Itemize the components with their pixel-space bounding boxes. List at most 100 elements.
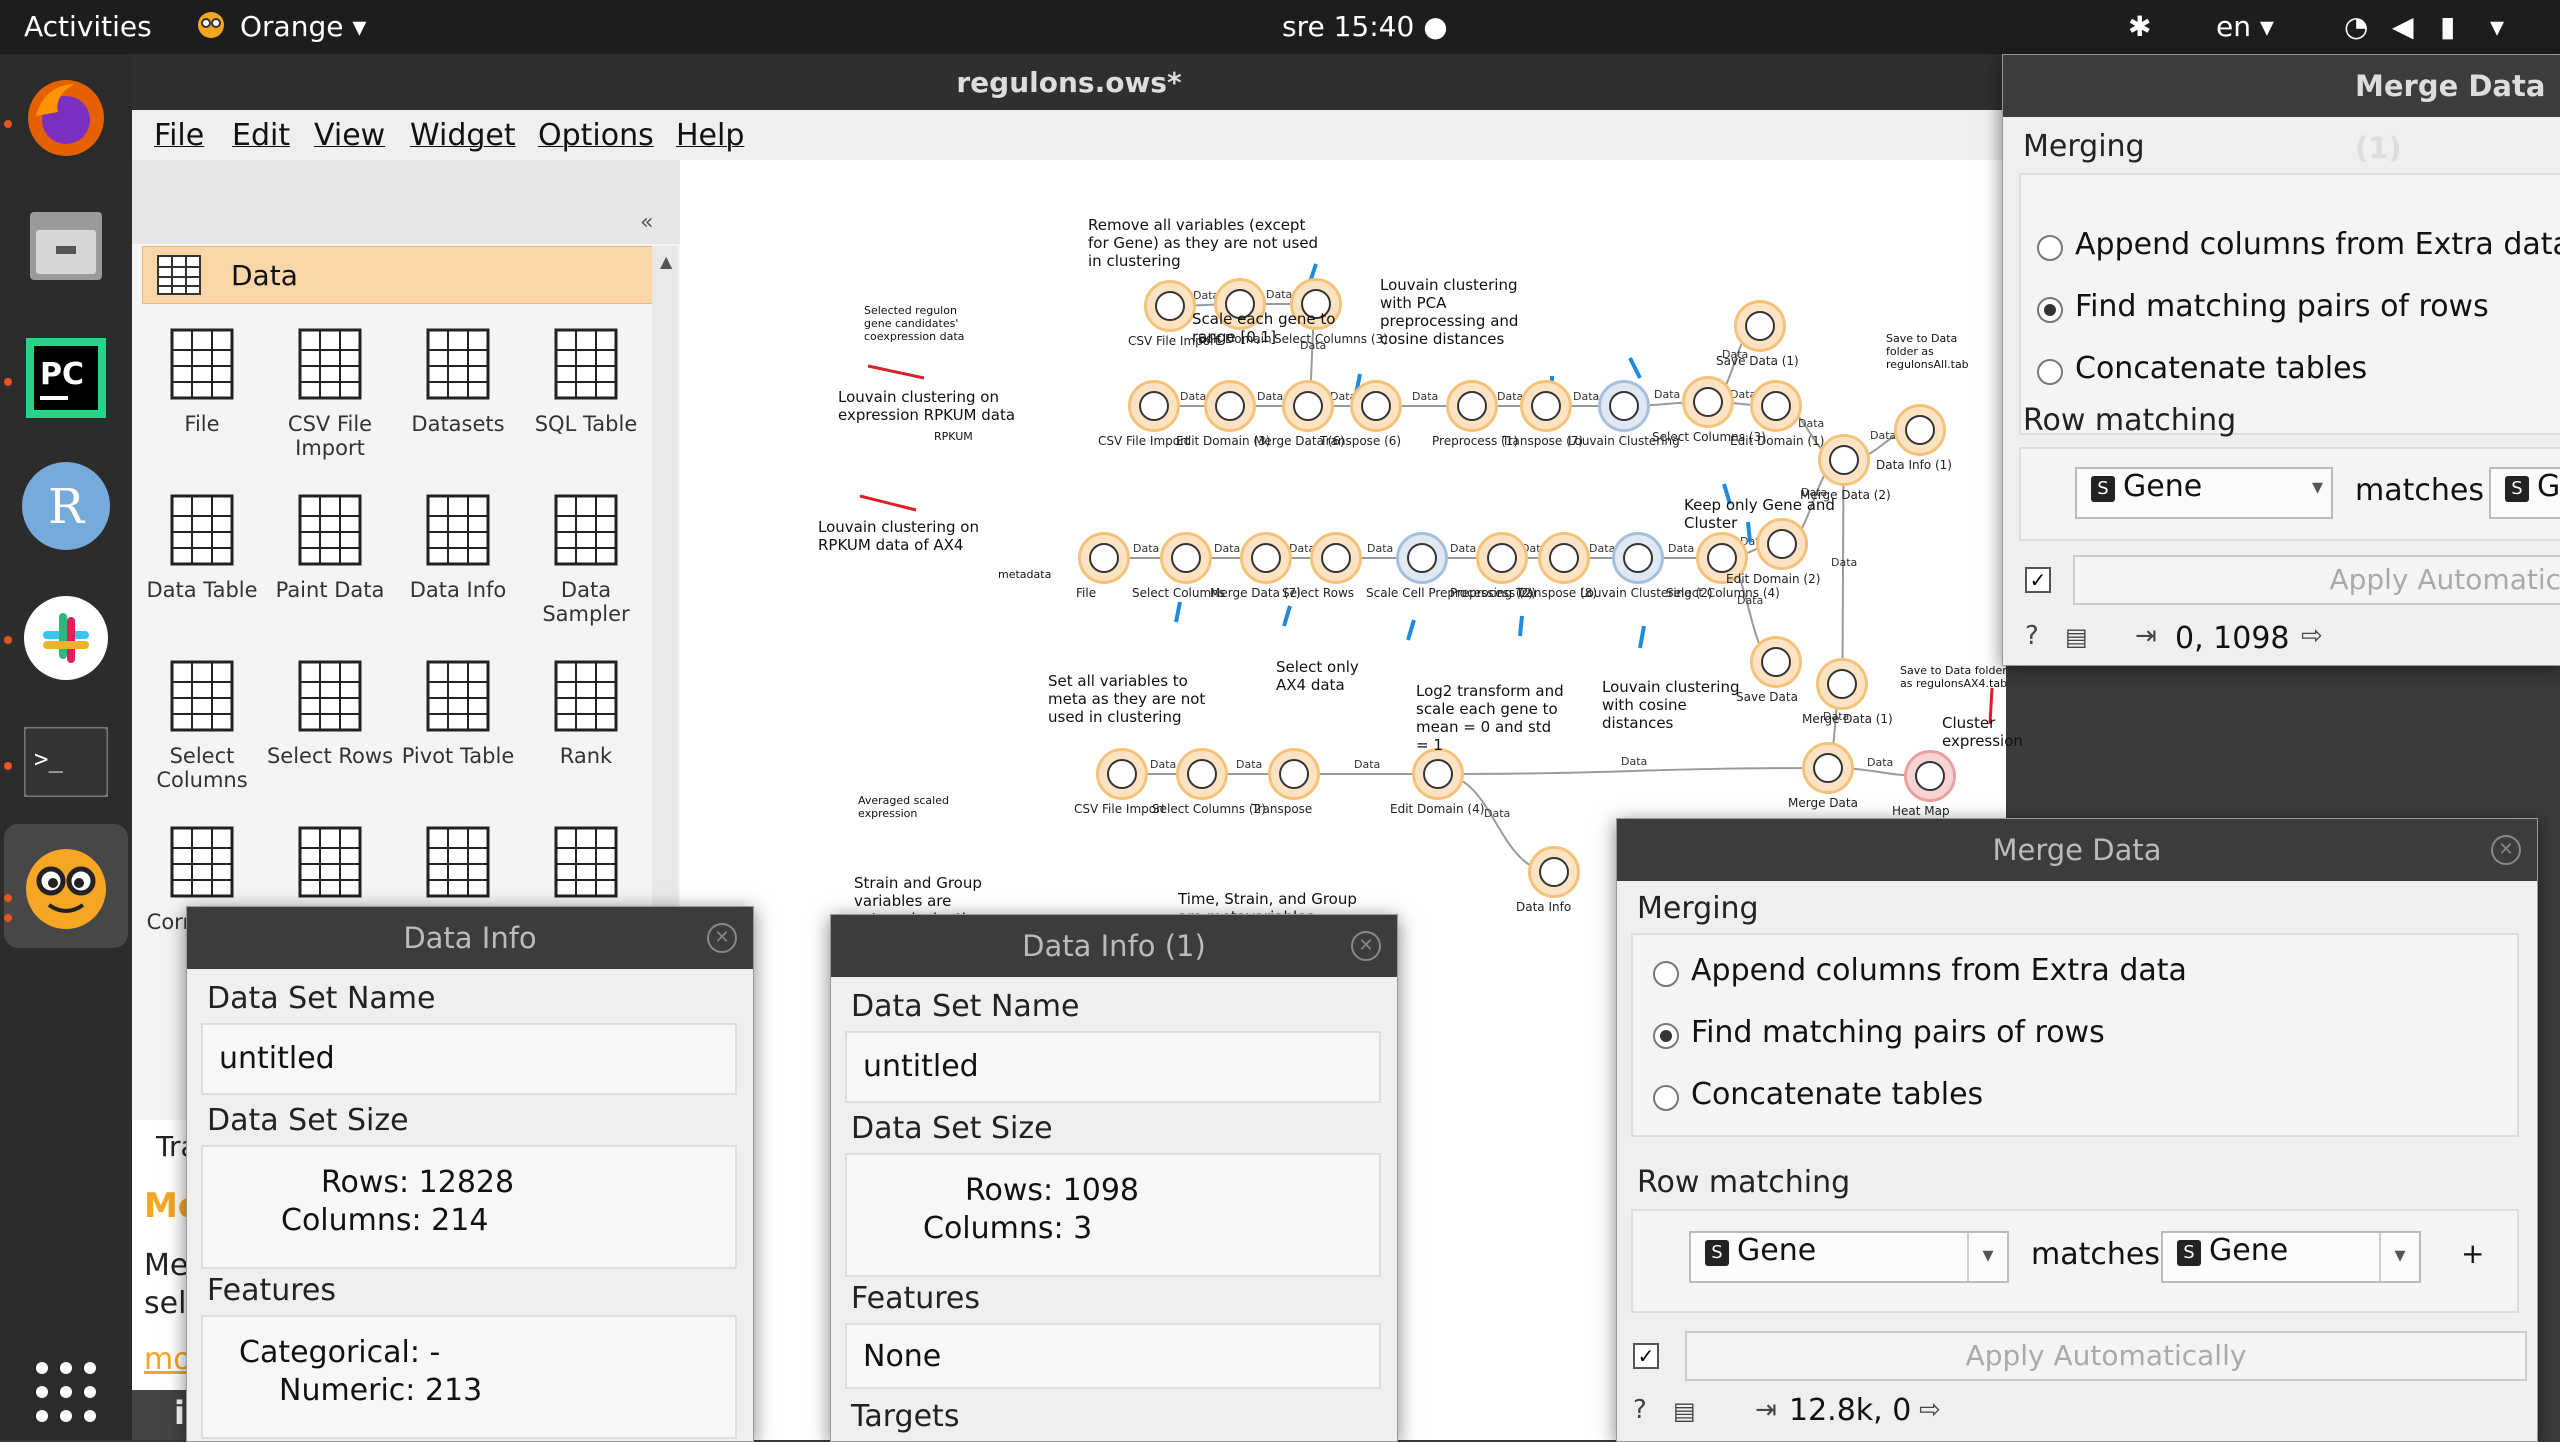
widget-select-columns[interactable]: Select Columns <box>138 642 266 808</box>
terminal-icon[interactable]: >_ <box>18 714 114 810</box>
radio-find-matching[interactable] <box>2037 297 2063 323</box>
widget-file[interactable]: File <box>138 310 266 476</box>
widget-data-table[interactable]: Data Table <box>138 476 266 642</box>
pycharm-icon[interactable]: PC <box>18 330 114 426</box>
annotation[interactable]: Scale each gene to range [0,1] <box>1192 310 1342 346</box>
workflow-node[interactable] <box>1412 748 1464 800</box>
node-label[interactable]: Edit Domain (4) <box>1390 802 1484 816</box>
annotation[interactable]: Selected regulon gene candidates' coexpr… <box>864 304 974 343</box>
help-more-link[interactable]: mo <box>144 1342 192 1377</box>
apply-auto-checkbox[interactable]: ✓ <box>1633 1343 1659 1369</box>
annotation[interactable]: Set all variables to meta as they are no… <box>1048 672 1228 726</box>
workflow-node[interactable] <box>1310 532 1362 584</box>
annotation[interactable]: Louvain clustering on expression RPKUM d… <box>838 388 1028 424</box>
dialog-title[interactable]: Merge Data <box>1617 819 2537 881</box>
workflow-node[interactable] <box>1160 532 1212 584</box>
radio-concatenate[interactable] <box>1653 1085 1679 1111</box>
widget-data-info[interactable]: Data Info <box>394 476 522 642</box>
node-label[interactable]: Heat Map <box>1892 804 1950 818</box>
language-menu[interactable]: en ▾ <box>2216 10 2274 43</box>
workflow-node[interactable] <box>1096 748 1148 800</box>
annotation[interactable]: Averaged scaled expression <box>858 794 968 820</box>
dialog-title[interactable]: Data Info <box>187 907 753 969</box>
category-data[interactable]: Data <box>142 246 654 304</box>
workflow-node[interactable] <box>1268 748 1320 800</box>
radio-find-matching[interactable] <box>1653 1023 1679 1049</box>
add-row-button[interactable]: + <box>2461 1237 2484 1270</box>
dialog-title[interactable]: Data Info (1) <box>831 915 1397 977</box>
left-variable-combo[interactable]: S Gene ▾ <box>1689 1231 2009 1283</box>
right-variable-combo[interactable]: S Gene ▾ <box>2161 1231 2421 1283</box>
menu-view[interactable]: View <box>314 118 385 153</box>
node-label[interactable]: Transpose (6) <box>1320 434 1401 448</box>
radio-concatenate[interactable] <box>2037 359 2063 385</box>
workflow-node[interactable] <box>1446 380 1498 432</box>
info-icon[interactable]: i <box>174 1394 185 1432</box>
apply-auto-checkbox[interactable]: ✓ <box>2025 567 2051 593</box>
node-label[interactable]: Select Columns (2) <box>1152 802 1266 816</box>
workflow-node[interactable] <box>1476 532 1528 584</box>
volume-icon[interactable]: ◀ <box>2392 10 2414 43</box>
wifi-icon[interactable]: ◔ <box>2344 10 2368 43</box>
widget-csv-file-import[interactable]: CSV File Import <box>266 310 394 476</box>
workflow-node[interactable] <box>1734 300 1786 352</box>
annotation[interactable]: Keep only Gene and Cluster <box>1684 496 1884 532</box>
annotation[interactable]: Louvain clustering with PCA preprocessin… <box>1380 276 1540 348</box>
annotation[interactable]: RPKUM <box>934 428 973 446</box>
widget-data-sampler[interactable]: Data Sampler <box>522 476 650 642</box>
widget-pivot-table[interactable]: Pivot Table <box>394 642 522 808</box>
node-label[interactable]: Data Info <box>1516 900 1571 914</box>
annotation[interactable]: Remove all variables (except for Gene) a… <box>1088 216 1328 270</box>
annotation[interactable]: Select only AX4 data <box>1276 658 1376 694</box>
workflow-node[interactable] <box>1904 750 1956 802</box>
workflow-node[interactable] <box>1750 380 1802 432</box>
annotation[interactable]: Save to Data folder as regulonsAX4.tab <box>1900 664 2010 690</box>
orange-dock-icon[interactable] <box>4 824 128 948</box>
node-label[interactable]: Data Info (1) <box>1876 458 1952 472</box>
dialog-title[interactable]: Merge Data (1) <box>2003 55 2560 165</box>
annotation[interactable]: Louvain clustering on RPKUM data of AX4 <box>818 518 998 554</box>
node-label[interactable]: Merge Data (1) <box>1802 712 1893 726</box>
widget-rank[interactable]: Rank <box>522 642 650 808</box>
workflow-node[interactable] <box>1204 380 1256 432</box>
workflow-node[interactable] <box>1282 380 1334 432</box>
slack-icon[interactable] <box>18 590 114 686</box>
node-label[interactable]: Save Data (1) <box>1716 354 1799 368</box>
radio-append[interactable] <box>2037 235 2063 261</box>
node-label[interactable]: Select Columns (4) <box>1666 586 1780 600</box>
collapse-icon[interactable]: « <box>640 210 653 235</box>
node-label[interactable]: Edit Domain (1) <box>1730 434 1824 448</box>
workflow-node[interactable] <box>1598 380 1650 432</box>
right-variable-combo[interactable]: S Ge <box>2489 467 2560 519</box>
window-titlebar[interactable]: regulons.ows* <box>132 54 2006 110</box>
workflow-node[interactable] <box>1128 380 1180 432</box>
close-icon[interactable]: ✕ <box>707 923 737 953</box>
menu-widget[interactable]: Widget <box>410 118 516 153</box>
battery-icon[interactable]: ▮ <box>2440 10 2455 43</box>
rstudio-icon[interactable]: R <box>18 458 114 554</box>
workflow-node[interactable] <box>1528 846 1580 898</box>
clock[interactable]: sre 15:40 ● <box>1282 10 1448 43</box>
widget-sql-table[interactable]: SQL Table <box>522 310 650 476</box>
workflow-node[interactable] <box>1816 658 1868 710</box>
menu-help[interactable]: Help <box>676 118 744 153</box>
workflow-node[interactable] <box>1350 380 1402 432</box>
workflow-node[interactable] <box>1818 434 1870 486</box>
workflow-node[interactable] <box>1176 748 1228 800</box>
widget-paint-data[interactable]: Paint Data <box>266 476 394 642</box>
workflow-node[interactable] <box>1802 742 1854 794</box>
activities-button[interactable]: Activities <box>24 10 152 43</box>
show-apps-icon[interactable] <box>18 1344 114 1440</box>
menu-options[interactable]: Options <box>538 118 654 153</box>
app-menu[interactable]: Orange ▾ <box>240 10 366 43</box>
close-icon[interactable]: ✕ <box>1351 931 1381 961</box>
workflow-node[interactable] <box>1396 532 1448 584</box>
node-label[interactable]: Select Rows <box>1282 586 1354 600</box>
help-icon[interactable]: ? <box>1633 1395 1647 1425</box>
node-label[interactable]: Transpose <box>1252 802 1312 816</box>
workflow-node[interactable] <box>1520 380 1572 432</box>
menu-edit[interactable]: Edit <box>232 118 290 153</box>
apply-button[interactable]: Apply Automatically <box>1685 1331 2527 1381</box>
node-label[interactable]: File <box>1076 586 1096 600</box>
report-icon[interactable]: ▤ <box>1673 1397 1696 1425</box>
